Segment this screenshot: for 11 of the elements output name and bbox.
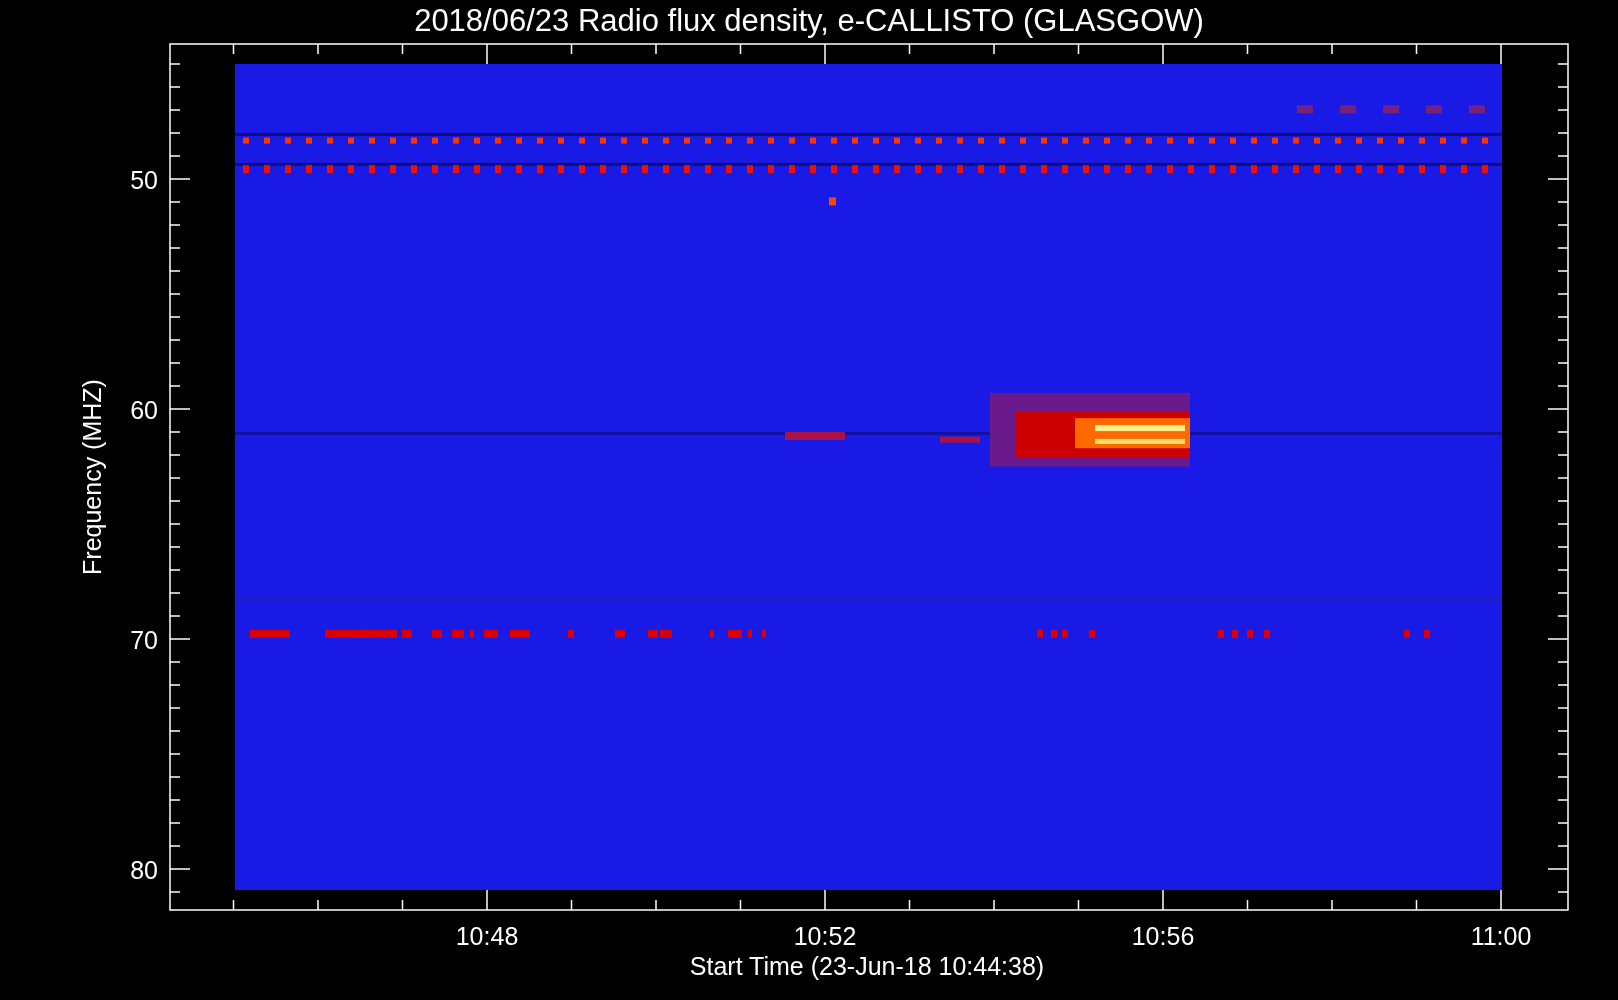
y-tick-label: 60 <box>130 396 158 424</box>
x-axis-label: Start Time (23-Jun-18 10:44:38) <box>689 952 1045 980</box>
chart-title: 2018/06/23 Radio flux density, e-CALLISTO (GLASGOW) <box>414 3 1204 38</box>
y-tick-label: 70 <box>130 626 158 654</box>
y-tick-label: 50 <box>130 166 158 194</box>
x-tick-label: 10:48 <box>455 922 519 950</box>
x-tick-label: 10:52 <box>793 922 857 950</box>
x-tick-label: 10:56 <box>1131 922 1195 950</box>
x-tick-label: 11:00 <box>1470 922 1532 950</box>
y-tick-label: 80 <box>130 856 158 884</box>
y-axis-label: Frequency (MHZ) <box>78 379 106 575</box>
